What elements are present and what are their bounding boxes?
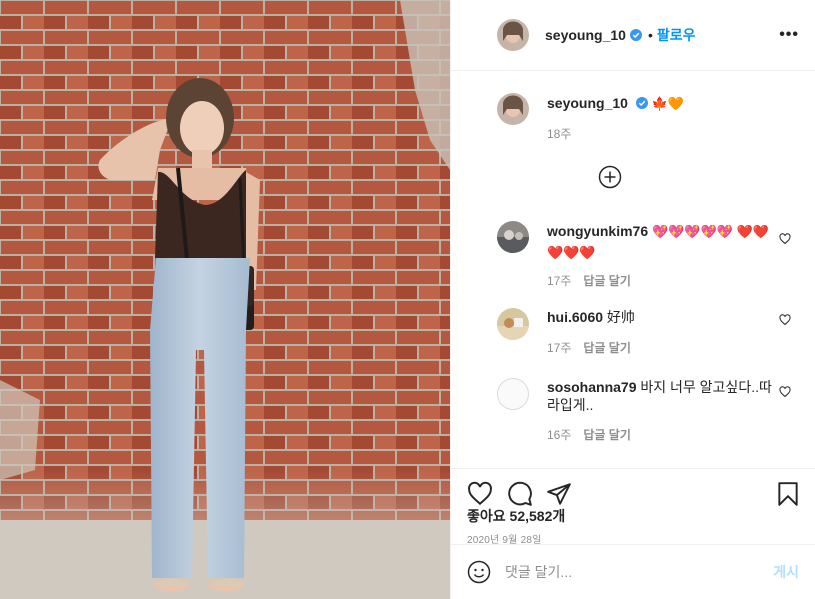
- commenter-avatar[interactable]: [497, 221, 529, 253]
- comment-icon[interactable]: [507, 481, 533, 507]
- caption-username[interactable]: seyoung_10: [547, 95, 628, 111]
- caption-time[interactable]: 18주: [547, 127, 571, 141]
- heart-outline-icon[interactable]: [467, 481, 493, 507]
- verified-badge-icon: [635, 97, 648, 109]
- separator-dot: •: [647, 27, 653, 43]
- caption-text: 🍁🧡: [651, 96, 685, 111]
- post-photo[interactable]: [0, 0, 450, 599]
- reply-button[interactable]: 답글 달기: [583, 341, 631, 355]
- comment: wongyunkim76 💖💖💖💖💖 ❤️❤️❤️❤️❤️ 17주 답글 달기: [497, 221, 799, 290]
- commenter-avatar[interactable]: [497, 378, 529, 410]
- comment-username[interactable]: hui.6060: [547, 309, 603, 325]
- more-options-icon[interactable]: •••: [779, 26, 799, 44]
- caption: seyoung_10 🍁🧡 18주: [497, 93, 799, 143]
- instagram-post: seyoung_10 • 팔로우 ••• seyoung_10 🍁🧡 18주 w…: [0, 0, 815, 599]
- add-comment-bar: 게시: [451, 544, 815, 599]
- reply-button[interactable]: 답글 달기: [583, 274, 631, 288]
- comment-username[interactable]: sosohanna79: [547, 379, 636, 395]
- post-header: seyoung_10 • 팔로우 •••: [451, 0, 815, 71]
- comments-list[interactable]: seyoung_10 🍁🧡 18주 wongyunkim76 💖💖💖💖💖 ❤️❤…: [451, 71, 815, 468]
- post-details-panel: seyoung_10 • 팔로우 ••• seyoung_10 🍁🧡 18주 w…: [450, 0, 815, 599]
- comment: sosohanna79 바지 너무 알고싶다..따라입게.. 16주 답글 달기: [497, 378, 799, 444]
- comment-input[interactable]: [505, 564, 774, 580]
- comment-username[interactable]: wongyunkim76: [547, 223, 648, 239]
- plus-circle-icon[interactable]: [598, 165, 622, 189]
- reply-button[interactable]: 답글 달기: [583, 428, 631, 442]
- share-icon[interactable]: [546, 481, 572, 507]
- likes-number: 52,582개: [509, 508, 566, 524]
- comment-text: 好帅: [606, 309, 635, 325]
- follow-button[interactable]: 팔로우: [657, 25, 696, 45]
- likes-count[interactable]: 좋아요 52,582개: [467, 506, 565, 526]
- comment-time[interactable]: 16주: [547, 428, 571, 442]
- caption-avatar[interactable]: [497, 93, 529, 125]
- author-username[interactable]: seyoung_10: [545, 27, 626, 43]
- post-comment-button[interactable]: 게시: [773, 562, 799, 582]
- verified-badge-icon: [629, 29, 642, 41]
- emoji-icon[interactable]: [467, 560, 491, 584]
- author-avatar[interactable]: [497, 19, 529, 51]
- bookmark-icon[interactable]: [775, 481, 801, 507]
- post-actions: 좋아요 52,582개 2020년 9월 28일 게시: [451, 468, 815, 599]
- commenter-avatar[interactable]: [497, 308, 529, 340]
- heart-outline-icon[interactable]: [779, 314, 791, 326]
- comment-time[interactable]: 17주: [547, 341, 571, 355]
- comment-time[interactable]: 17주: [547, 274, 571, 288]
- heart-outline-icon[interactable]: [779, 233, 791, 245]
- comment: hui.6060 好帅 17주 답글 달기: [497, 308, 799, 357]
- heart-outline-icon[interactable]: [779, 386, 791, 398]
- likes-label: 좋아요: [467, 508, 506, 524]
- post-image: [0, 0, 450, 599]
